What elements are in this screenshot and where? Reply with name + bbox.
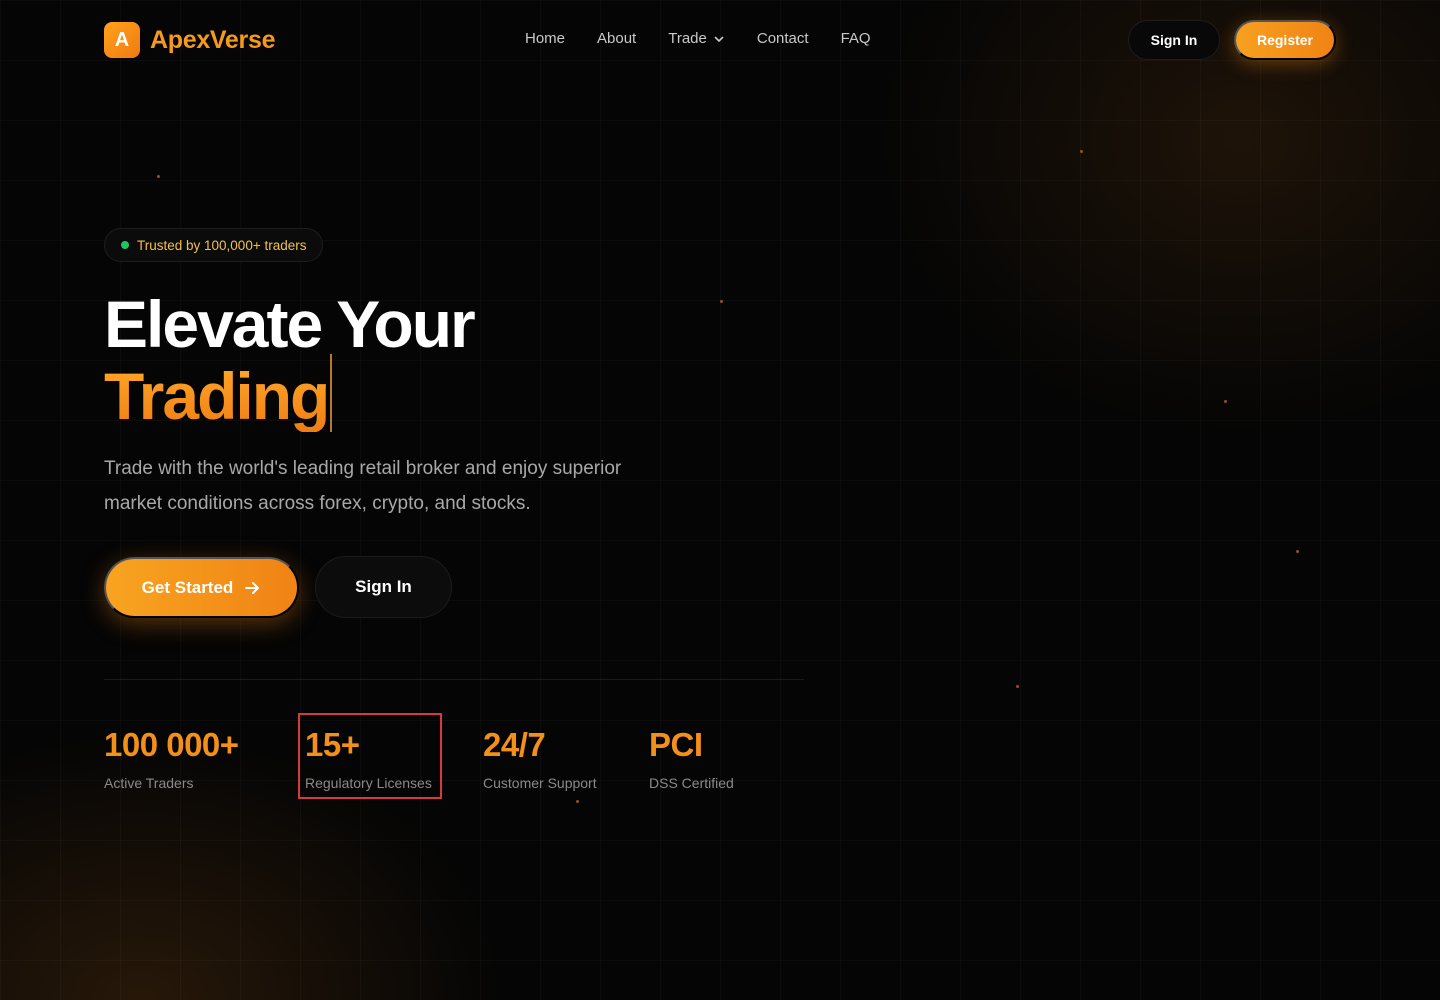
nav-link-label: About <box>597 30 637 47</box>
stat-active-traders: 100 000+ Active Traders <box>104 724 239 791</box>
get-started-label: Get Started <box>141 577 234 597</box>
nav-link-contact[interactable]: Contact <box>757 30 809 47</box>
hero-subtitle: Trade with the world's leading retail br… <box>104 458 622 514</box>
logo-mark: A <box>104 22 140 58</box>
hero-sign-in-button[interactable]: Sign In <box>315 556 452 618</box>
stat-label: Customer Support <box>483 775 597 791</box>
brand-logo[interactable]: A ApexVerse <box>104 22 275 58</box>
decorative-dot <box>1224 400 1227 403</box>
nav-link-trade[interactable]: Trade <box>668 30 725 47</box>
typing-cursor <box>330 354 333 432</box>
nav-links: Home About Trade Contact FAQ <box>525 30 903 47</box>
landing-page: A ApexVerse Home About Trade Contact FAQ… <box>0 0 1440 1000</box>
get-started-button[interactable]: Get Started <box>104 557 299 618</box>
headline-line-1: Elevate Your <box>104 287 476 361</box>
nav-link-label: FAQ <box>840 30 871 47</box>
hero-headline: Elevate Your Trading <box>104 287 476 433</box>
stat-value: PCI <box>649 726 703 763</box>
decorative-dot <box>576 800 579 803</box>
stat-customer-support: 24/7 Customer Support <box>483 724 597 791</box>
stats-divider <box>104 679 804 680</box>
stat-value: 100 000+ <box>104 726 239 763</box>
status-dot-icon <box>121 241 129 249</box>
nav-link-label: Home <box>525 30 566 47</box>
arrow-right-icon <box>245 581 260 594</box>
nav-link-about[interactable]: About <box>597 30 636 47</box>
stat-label: Active Traders <box>104 775 194 791</box>
highlight-box <box>298 713 442 799</box>
nav-link-label: Contact <box>756 30 809 47</box>
decorative-dot <box>720 300 723 303</box>
stat-value: 24/7 <box>483 726 546 763</box>
headline-line-2: Trading <box>104 359 330 433</box>
stat-pci: PCI DSS Certified <box>649 724 734 791</box>
nav-sign-in-button[interactable]: Sign In <box>1128 20 1220 60</box>
trust-badge: Trusted by 100,000+ traders <box>104 228 324 262</box>
decorative-dot <box>1080 150 1083 153</box>
chevron-down-icon <box>714 36 724 42</box>
decorative-dot <box>1016 685 1019 688</box>
trust-badge-text: Trusted by 100,000+ traders <box>137 237 307 253</box>
decorative-dot <box>1296 550 1299 553</box>
brand-name: ApexVerse <box>150 25 276 54</box>
top-navbar: A ApexVerse Home About Trade Contact FAQ… <box>0 0 1440 80</box>
stat-label: DSS Certified <box>649 775 734 791</box>
nav-link-faq[interactable]: FAQ <box>841 30 871 47</box>
nav-link-label: Trade <box>668 30 707 47</box>
register-button[interactable]: Register <box>1234 20 1336 60</box>
decorative-dot <box>157 175 160 178</box>
nav-link-home[interactable]: Home <box>525 30 565 47</box>
